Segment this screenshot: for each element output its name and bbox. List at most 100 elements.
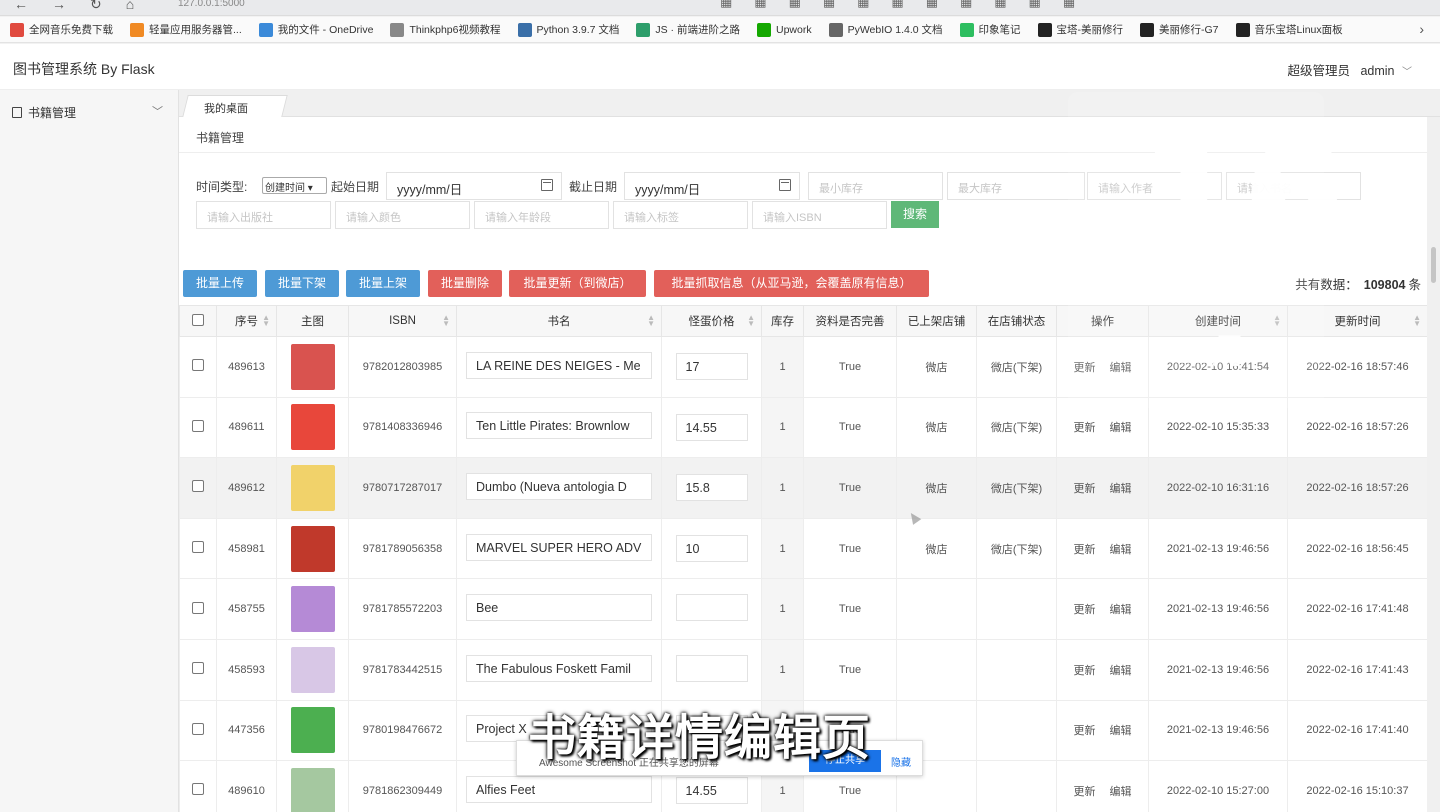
bookmark-item[interactable]: 印象笔记 — [959, 22, 1021, 37]
bookmark-item[interactable]: 轻量应用服务器管... — [130, 22, 242, 37]
title-field[interactable]: Alfies Feet — [466, 775, 652, 803]
sidebar-item-book-management[interactable]: 书籍管理 ﹀ — [12, 104, 167, 121]
book-cover-image[interactable] — [290, 343, 335, 390]
title-field[interactable]: LA REINE DES NEIGES - Me — [466, 351, 652, 379]
age-input[interactable]: 请输入年龄段 — [474, 201, 609, 229]
batch-list-button[interactable]: 批量上架 — [346, 270, 420, 297]
edit-link[interactable]: 编辑 — [1110, 422, 1132, 434]
row-checkbox[interactable] — [192, 662, 204, 675]
edit-link[interactable]: 编辑 — [1110, 544, 1132, 556]
hide-share-button[interactable]: 隐藏 — [891, 754, 911, 769]
page-scrollbar[interactable] — [1427, 117, 1440, 812]
price-field[interactable]: 10 — [675, 535, 748, 563]
price-field[interactable]: 14.55 — [675, 777, 748, 805]
user-menu[interactable]: 超级管理员 admin ﹀ — [1288, 60, 1412, 79]
update-link[interactable]: 更新 — [1074, 786, 1096, 798]
book-cover-image[interactable] — [290, 586, 335, 633]
max-stock-input[interactable]: 最大库存 — [947, 172, 1085, 200]
row-checkbox[interactable] — [192, 722, 204, 735]
bookmark-item[interactable]: PyWebIO 1.4.0 文档 — [828, 22, 943, 37]
table-row[interactable]: 458593 9781783442515 The Fabulous Foskett … — [179, 638, 1427, 701]
start-date-input[interactable]: yyyy/mm/日 — [386, 172, 562, 200]
book-cover-image[interactable] — [290, 525, 335, 572]
row-checkbox[interactable] — [192, 601, 204, 614]
sort-icon[interactable]: ▲ ▼ — [1413, 314, 1421, 328]
scrollbar-thumb[interactable] — [1431, 247, 1436, 283]
price-field[interactable]: 14.55 — [675, 413, 748, 441]
edit-link[interactable]: 编辑 — [1110, 483, 1132, 495]
bookmark-item[interactable]: 我的文件 - OneDrive — [258, 22, 373, 37]
bookmark-item[interactable]: Upwork — [756, 22, 812, 37]
browser-nav-icons[interactable]: ←→↻⌂ — [14, 0, 158, 13]
bookmark-item[interactable]: JS · 前端进阶之路 — [636, 22, 740, 37]
select-all-checkbox[interactable] — [192, 313, 204, 326]
bookmark-item[interactable]: Python 3.9.7 文档 — [517, 22, 619, 37]
browser-url[interactable]: 127.0.0.1:5000 — [178, 0, 245, 9]
batch-upload-button[interactable]: 批量上传 — [183, 270, 257, 297]
calendar-icon[interactable] — [541, 179, 553, 191]
book-cover-image[interactable] — [290, 464, 335, 511]
col-stock[interactable]: 库存 — [761, 305, 804, 337]
table-row[interactable]: 489612 9780717287017 Dumbo (Nueva antologi… — [179, 457, 1427, 519]
tab-my-desktop[interactable]: 我的桌面 — [182, 95, 288, 117]
row-checkbox[interactable] — [192, 419, 204, 432]
edit-link[interactable]: 编辑 — [1110, 786, 1132, 798]
tag-input[interactable]: 请输入标签 — [613, 201, 748, 229]
bookmark-item[interactable]: 音乐宝塔Linux面板 — [1235, 22, 1343, 37]
batch-update-store-button[interactable]: 批量更新（到微店） — [509, 270, 646, 297]
batch-unlist-button[interactable]: 批量下架 — [265, 270, 339, 297]
price-field[interactable] — [675, 654, 748, 682]
calendar-icon[interactable] — [779, 179, 791, 191]
batch-delete-button[interactable]: 批量删除 — [428, 270, 502, 297]
book-cover-image[interactable] — [290, 767, 335, 812]
edit-link[interactable]: 编辑 — [1110, 725, 1132, 737]
row-checkbox[interactable] — [192, 541, 204, 554]
update-link[interactable]: 更新 — [1074, 483, 1096, 495]
update-link[interactable]: 更新 — [1074, 725, 1096, 737]
edit-link[interactable]: 编辑 — [1110, 665, 1132, 677]
bookmark-item[interactable]: 美丽修行-G7 — [1140, 22, 1219, 37]
col-title[interactable]: 书名 ▲ ▼ — [456, 305, 662, 337]
price-field[interactable] — [675, 594, 748, 622]
publisher-input[interactable]: 请输入出版社 — [196, 201, 331, 229]
bookmarks-more-icon[interactable]: › — [1419, 21, 1424, 37]
update-link[interactable]: 更新 — [1074, 544, 1096, 556]
edit-link[interactable]: 编辑 — [1110, 604, 1132, 616]
title-field[interactable]: Bee — [466, 594, 652, 622]
book-cover-image[interactable] — [290, 707, 335, 754]
title-field[interactable]: MARVEL SUPER HERO ADV — [466, 533, 652, 561]
row-checkbox[interactable] — [192, 783, 204, 796]
col-id[interactable]: 序号 ▲ ▼ — [216, 305, 277, 337]
book-cover-image[interactable] — [290, 404, 335, 451]
title-field[interactable]: Dumbo (Nueva antologia D — [466, 472, 652, 500]
title-field[interactable]: The Fabulous Foskett Famil — [466, 654, 652, 682]
table-row[interactable]: 458755 9781785572203 Bee 1 True 更新 编辑 2021-02-1… — [179, 578, 1427, 640]
end-date-input[interactable]: yyyy/mm/日 — [624, 172, 800, 200]
table-row[interactable]: 458981 9781789056358 MARVEL SUPER HERO ADV… — [179, 517, 1427, 580]
search-button[interactable]: 搜索 — [891, 201, 939, 228]
bookmark-item[interactable]: Thinkphp6视频教程 — [390, 22, 501, 37]
update-link[interactable]: 更新 — [1074, 422, 1096, 434]
title-field[interactable]: Ten Little Pirates: Brownlow — [466, 412, 652, 440]
price-field[interactable]: 15.8 — [675, 474, 748, 502]
browser-extension-icons[interactable]: ▦▦▦▦▦▦▦▦▦▦▦ — [720, 0, 1097, 10]
price-field[interactable]: 17 — [675, 353, 748, 381]
update-link[interactable]: 更新 — [1074, 604, 1096, 616]
bookmark-item[interactable]: 宝塔-美丽修行 — [1037, 22, 1123, 37]
col-isbn[interactable]: ISBN ▲ ▼ — [348, 305, 457, 337]
col-price[interactable]: 怪蛋价格 ▲ ▼ — [661, 305, 762, 337]
select-all-header[interactable] — [179, 305, 217, 337]
sort-icon[interactable]: ▲ ▼ — [647, 314, 655, 328]
color-input[interactable]: 请输入颜色 — [335, 201, 470, 229]
min-stock-input[interactable]: 最小库存 — [808, 172, 943, 200]
sort-icon[interactable]: ▲ ▼ — [262, 314, 270, 328]
batch-fetch-amazon-button[interactable]: 批量抓取信息（从亚马逊，会覆盖原有信息） — [654, 270, 929, 297]
book-cover-image[interactable] — [290, 646, 335, 693]
bookmark-item[interactable]: 全网音乐免费下载 — [10, 22, 113, 37]
row-checkbox[interactable] — [192, 359, 204, 372]
time-type-select[interactable]: 创建时间 ▾ — [262, 177, 327, 194]
row-checkbox[interactable] — [192, 480, 204, 493]
isbn-input[interactable]: 请输入ISBN — [752, 201, 887, 229]
update-link[interactable]: 更新 — [1074, 665, 1096, 677]
sort-icon[interactable]: ▲ ▼ — [747, 314, 755, 328]
